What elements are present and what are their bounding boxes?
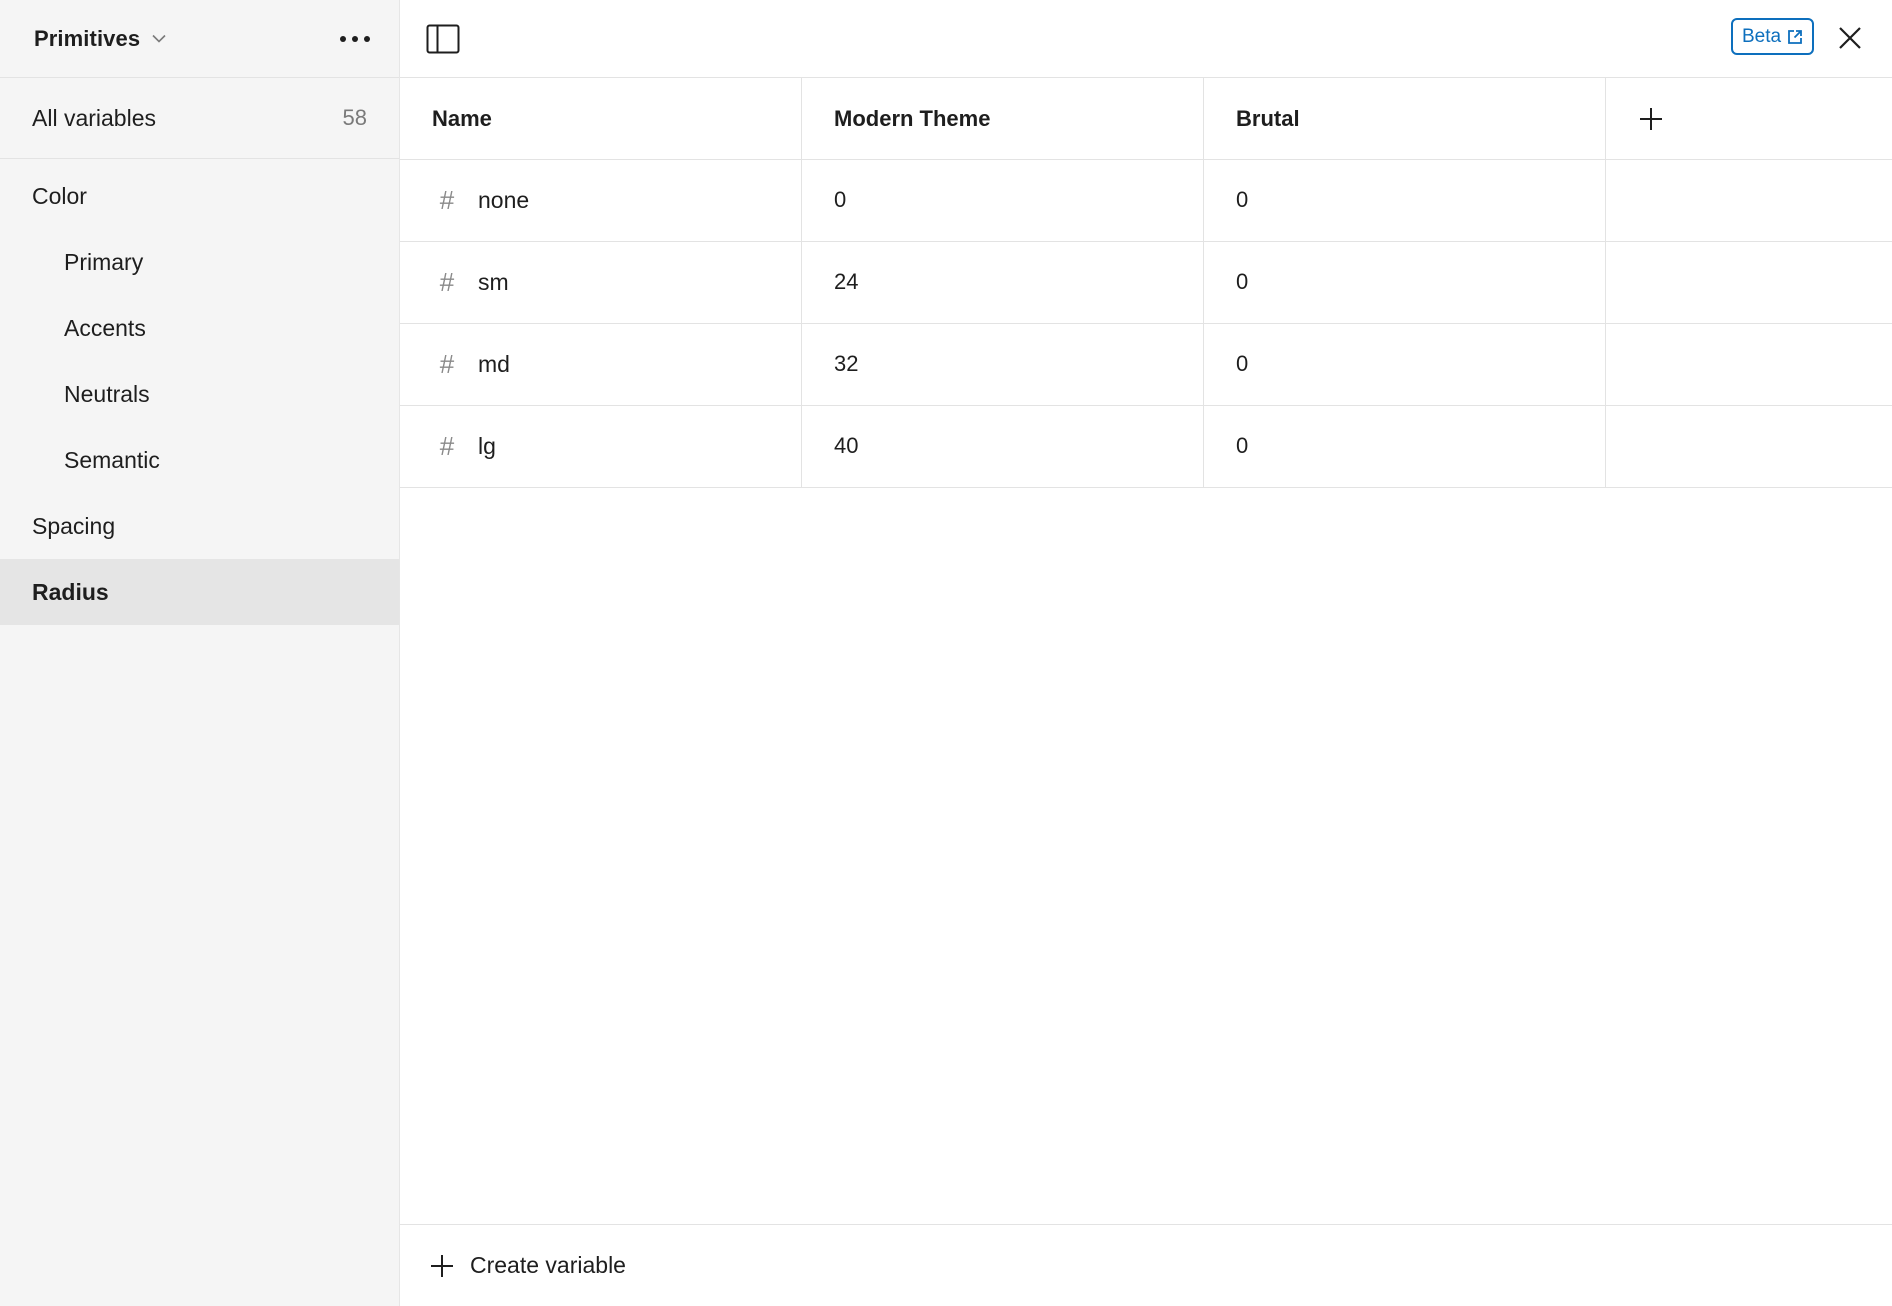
- beta-label: Beta: [1741, 25, 1782, 47]
- hash-icon: #: [439, 267, 455, 297]
- variable-value: 24: [834, 268, 859, 294]
- create-variable-label: Create variable: [470, 1252, 626, 1278]
- all-variables-item[interactable]: All variables 58: [0, 78, 399, 159]
- value-cell-brutal[interactable]: 0: [1204, 160, 1606, 241]
- variable-value: 0: [1236, 350, 1249, 376]
- variable-name-cell[interactable]: # none: [400, 160, 802, 241]
- variable-name-cell[interactable]: # lg: [400, 406, 802, 487]
- group-item-semantic[interactable]: Semantic: [0, 427, 399, 493]
- table-row[interactable]: # md 32 0: [400, 324, 1892, 406]
- table-header-row: Name Modern Theme Brutal: [400, 78, 1892, 160]
- variables-table: Name Modern Theme Brutal # none 0 0 # sm: [400, 78, 1892, 488]
- empty-cell: [1606, 160, 1892, 241]
- variable-value: 0: [834, 186, 847, 212]
- variable-value: 0: [1236, 268, 1249, 294]
- create-variable-button[interactable]: Create variable: [430, 1252, 626, 1279]
- hash-icon: #: [439, 349, 455, 379]
- sidebar-header: Primitives: [0, 0, 399, 78]
- hash-icon: #: [439, 431, 455, 461]
- add-mode-button[interactable]: [1634, 102, 1668, 136]
- column-header-brutal[interactable]: Brutal: [1204, 78, 1606, 159]
- group-item-color[interactable]: Color: [0, 163, 399, 229]
- group-item-spacing[interactable]: Spacing: [0, 493, 399, 559]
- group-list: Color Primary Accents Neutrals Semantic …: [0, 159, 399, 625]
- close-icon: [1839, 27, 1861, 49]
- variable-name: none: [478, 187, 530, 213]
- variable-value: 0: [1236, 432, 1249, 458]
- variable-value: 32: [834, 350, 859, 376]
- sidebar: Primitives All variables 58 Color Primar…: [0, 0, 400, 1306]
- value-cell-modern-theme[interactable]: 40: [802, 406, 1204, 487]
- all-variables-count: 58: [342, 105, 367, 130]
- more-horizontal-icon: [340, 35, 370, 42]
- sidebar-toggle-button[interactable]: [422, 18, 464, 60]
- collection-name: Primitives: [34, 25, 141, 51]
- value-cell-brutal[interactable]: 0: [1204, 242, 1606, 323]
- group-item-primary[interactable]: Primary: [0, 229, 399, 295]
- value-cell-modern-theme[interactable]: 0: [802, 160, 1204, 241]
- top-bar: Beta: [400, 0, 1892, 78]
- group-item-neutrals[interactable]: Neutrals: [0, 361, 399, 427]
- table-footer: Create variable: [400, 1224, 1892, 1306]
- value-cell-brutal[interactable]: 0: [1204, 324, 1606, 405]
- empty-cell: [1606, 242, 1892, 323]
- variable-name-cell[interactable]: # md: [400, 324, 802, 405]
- column-header-modern-theme[interactable]: Modern Theme: [802, 78, 1204, 159]
- value-cell-modern-theme[interactable]: 32: [802, 324, 1204, 405]
- plus-icon: [431, 1254, 453, 1277]
- more-options-button[interactable]: [333, 17, 377, 61]
- plus-icon: [1640, 107, 1662, 130]
- beta-badge[interactable]: Beta: [1731, 18, 1814, 55]
- close-button[interactable]: [1830, 18, 1870, 58]
- variable-value: 0: [1236, 186, 1249, 212]
- variable-name: sm: [478, 269, 509, 295]
- variable-value: 40: [834, 432, 859, 458]
- external-link-icon: [1788, 29, 1802, 44]
- value-cell-brutal[interactable]: 0: [1204, 406, 1606, 487]
- all-variables-label: All variables: [32, 104, 156, 131]
- add-mode-cell: [1606, 78, 1892, 159]
- column-header-name: Name: [400, 78, 802, 159]
- table-row[interactable]: # sm 24 0: [400, 242, 1892, 324]
- sidebar-toggle-icon: [426, 24, 460, 54]
- variable-name-cell[interactable]: # sm: [400, 242, 802, 323]
- variable-name: lg: [478, 433, 496, 459]
- table-row[interactable]: # lg 40 0: [400, 406, 1892, 488]
- empty-cell: [1606, 406, 1892, 487]
- group-item-accents[interactable]: Accents: [0, 295, 399, 361]
- variable-name: md: [478, 351, 510, 377]
- empty-cell: [1606, 324, 1892, 405]
- value-cell-modern-theme[interactable]: 24: [802, 242, 1204, 323]
- chevron-down-icon: [150, 30, 168, 48]
- table-row[interactable]: # none 0 0: [400, 160, 1892, 242]
- hash-icon: #: [439, 185, 455, 215]
- collection-picker[interactable]: Primitives: [34, 26, 168, 52]
- group-item-radius[interactable]: Radius: [0, 559, 399, 625]
